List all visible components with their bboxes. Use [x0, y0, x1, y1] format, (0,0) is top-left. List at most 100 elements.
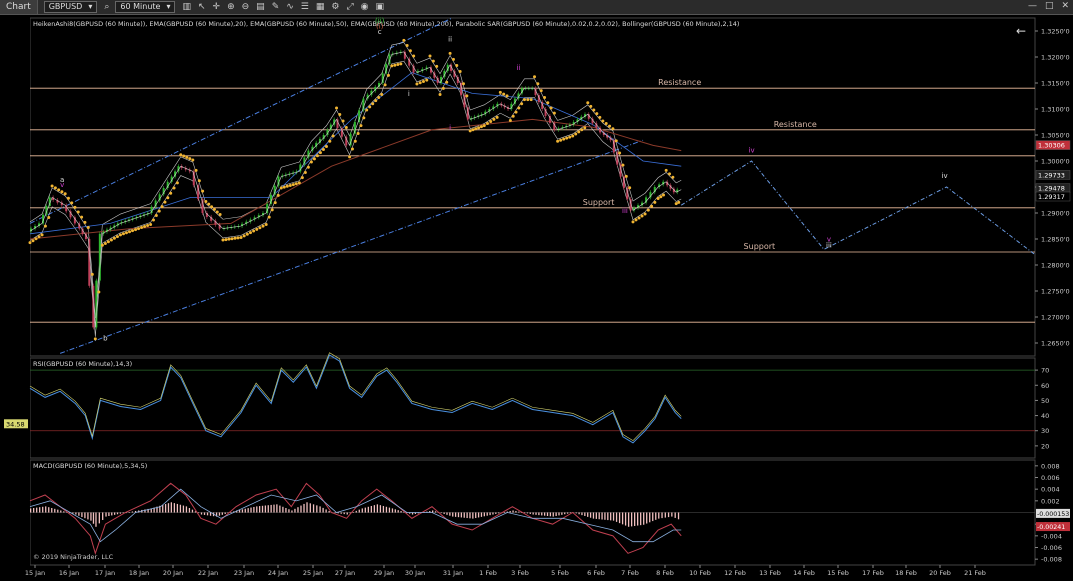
parabolic-sar-dot	[204, 200, 208, 204]
macd-histogram-bar	[309, 503, 311, 513]
parabolic-sar-dot	[508, 118, 512, 122]
macd-histogram-bar	[649, 512, 651, 523]
macd-histogram-bar	[379, 505, 382, 513]
parabolic-sar-dot	[221, 238, 225, 242]
x-tick-label: 14 Feb	[793, 569, 815, 577]
macd-histogram-bar	[78, 512, 80, 516]
parabolic-sar-dot	[335, 106, 339, 110]
elliott-wave-label: iii	[826, 241, 832, 249]
parabolic-sar-dot	[306, 165, 310, 169]
macd-histogram-bar	[256, 506, 258, 513]
x-tick-label: 16 Jan	[59, 569, 79, 577]
macd-histogram-bar	[42, 506, 44, 513]
parabolic-sar-dot	[218, 213, 222, 217]
parabolic-sar-dot	[377, 96, 381, 100]
parabolic-sar-dot	[601, 119, 605, 123]
macd-histogram-bar	[463, 512, 465, 518]
macd-histogram-bar	[655, 512, 657, 520]
macd-histogram-bar	[584, 512, 586, 516]
macd-histogram-bar	[440, 512, 442, 514]
x-tick-label: 30 Jan	[405, 569, 425, 577]
parabolic-sar-dot	[583, 126, 587, 130]
macd-histogram-bar	[397, 510, 399, 513]
parabolic-sar-dot	[194, 168, 198, 172]
macd-histogram-bar	[300, 505, 302, 513]
y-tick-label: 70	[1041, 367, 1049, 375]
parabolic-sar-dot	[276, 193, 280, 197]
parabolic-sar-dot	[224, 238, 228, 242]
parabolic-sar-dot	[163, 200, 167, 204]
parabolic-sar-dot	[621, 163, 625, 167]
parabolic-sar-dot	[294, 182, 298, 186]
macd-histogram-bar	[587, 512, 589, 517]
macd-histogram-bar	[376, 504, 379, 513]
parabolic-sar-dot	[505, 94, 509, 98]
macd-histogram-bar	[90, 512, 92, 521]
macd-histogram-bar	[244, 508, 246, 513]
parabolic-sar-dot	[492, 117, 496, 121]
macd-histogram-bar	[486, 512, 488, 516]
parabolic-sar-dot	[76, 210, 80, 214]
parabolic-sar-dot	[242, 234, 246, 238]
parabolic-sar-dot	[362, 116, 366, 120]
macd-histogram-bar	[604, 512, 606, 520]
parabolic-sar-dot	[149, 222, 153, 226]
parabolic-sar-dot	[421, 79, 425, 83]
y-tick-label: 0.002	[1041, 497, 1060, 505]
y-tick-label: 0.004	[1041, 486, 1060, 494]
parabolic-sar-dot	[489, 119, 493, 123]
macd-histogram-bar	[630, 512, 633, 527]
macd-histogram-bar	[185, 506, 188, 513]
parabolic-sar-dot	[172, 186, 176, 190]
macd-histogram-bar	[627, 512, 630, 527]
parabolic-sar-dot	[83, 220, 87, 224]
parabolic-sar-dot	[338, 112, 342, 116]
parabolic-sar-dot	[197, 179, 201, 183]
parabolic-sar-dot	[127, 230, 131, 234]
parabolic-sar-dot	[418, 81, 422, 85]
y-tick-label: 1.2800'0	[1041, 262, 1070, 270]
parabolic-sar-dot	[60, 190, 64, 194]
y-tick-label: 1.2700'0	[1041, 314, 1070, 322]
y-tick-label: 50	[1041, 397, 1049, 405]
parabolic-sar-dot	[359, 124, 363, 128]
parabolic-sar-dot	[589, 104, 593, 108]
macd-histogram-bar	[337, 512, 339, 514]
parabolic-sar-dot	[571, 134, 575, 138]
parabolic-sar-dot	[248, 231, 252, 235]
parabolic-sar-dot	[371, 102, 375, 106]
parabolic-sar-dot	[207, 202, 211, 206]
price-marker-label: 1.29317	[1038, 193, 1065, 201]
x-tick-label: 15 Jan	[25, 569, 45, 577]
macd-histogram-bar	[634, 512, 636, 526]
parabolic-sar-dot	[556, 139, 560, 143]
macd-histogram-bar	[285, 508, 287, 513]
macd-histogram-bar	[45, 506, 47, 513]
macd-histogram-bar	[48, 507, 50, 513]
parabolic-sar-dot	[637, 216, 641, 220]
chart-canvas[interactable]: HeikenAshi8(GBPUSD (60 Minute)), EMA(GBP…	[0, 0, 1073, 581]
parabolic-sar-dot	[40, 233, 44, 237]
macd-histogram-bar	[480, 512, 483, 517]
macd-histogram-bar	[182, 505, 185, 513]
back-arrow-icon: ←	[1016, 24, 1026, 38]
elliott-wave-label: c	[378, 28, 382, 36]
macd-histogram-bar	[472, 512, 474, 519]
y-tick-label: 1.3250'0	[1041, 28, 1070, 36]
macd-histogram-bar	[264, 505, 267, 513]
x-tick-label: 7 Feb	[621, 569, 639, 577]
parabolic-sar-dot	[677, 200, 681, 204]
parabolic-sar-dot	[408, 49, 412, 53]
parabolic-sar-dot	[131, 229, 135, 233]
parabolic-sar-dot	[580, 128, 584, 132]
macd-histogram-bar	[203, 512, 206, 515]
parabolic-sar-dot	[63, 192, 67, 196]
resistance-label: Resistance	[774, 120, 817, 129]
parabolic-sar-dot	[568, 135, 572, 139]
macd-histogram-bar	[475, 512, 477, 519]
price-marker-label: 1.29733	[1038, 171, 1065, 179]
macd-histogram-bar	[191, 509, 194, 513]
macd-histogram-bar	[111, 512, 113, 516]
parabolic-sar-dot	[261, 224, 265, 228]
macd-histogram-bar	[102, 512, 104, 520]
